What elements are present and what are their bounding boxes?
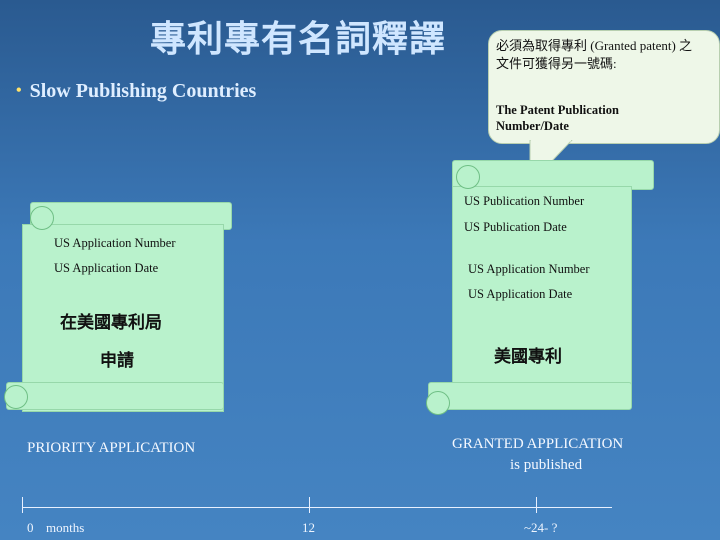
right-scroll-top-curl [456,165,480,189]
timeline-axis [22,507,612,508]
bullet-text: Slow Publishing Countries [29,80,257,102]
right-pub-number: US Publication Number [464,194,585,208]
callout-subtext: The Patent Publication Number/Date [496,103,619,133]
page-title: 專利專有名詞釋譯 [150,19,447,60]
timeline-unit-label: months [46,520,85,535]
timeline-start-label: 0 [27,520,34,535]
tick-start [22,497,23,513]
tick-end [536,497,537,513]
callout-text: 必須為取得專利 (Granted patent) 之文件可獲得另一號碼: [496,38,693,71]
bullet-dot-icon: • [16,82,22,99]
left-app-date: US Application Date [54,261,159,275]
timeline-end-label: ~24- ? [524,520,558,535]
left-scroll-top-curl [30,206,54,230]
right-app-number: US Application Number [468,262,590,276]
left-scroll-bottom-curl [4,385,28,409]
left-scroll-bottom-roll [6,382,224,410]
right-pub-date: US Publication Date [464,220,567,234]
left-cjk-apply: 申請 [100,351,134,371]
granted-sublabel: is published [510,457,583,473]
right-scroll-bottom-curl [426,391,450,415]
left-app-number: US Application Number [54,236,176,250]
priority-label: PRIORITY APPLICATION [27,440,196,456]
right-scroll-bottom-roll [428,382,632,410]
left-cjk-office: 在美國專利局 [60,313,162,333]
tick-mid [309,497,310,513]
bullet-item: • Slow Publishing Countries [16,80,256,103]
right-app-date: US Application Date [468,287,573,301]
granted-label: GRANTED APPLICATION [452,436,624,452]
timeline-mid-label: 12 [302,520,315,535]
right-cjk-patent: 美國專利 [494,347,562,367]
